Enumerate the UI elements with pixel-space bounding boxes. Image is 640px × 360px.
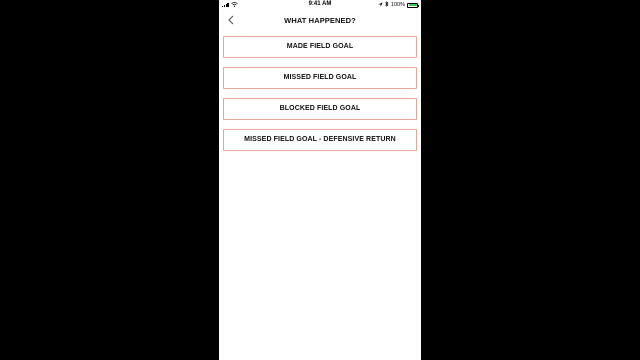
missed-field-goal-defensive-return-button[interactable]: MISSED FIELD GOAL - DEFENSIVE RETURN	[223, 129, 417, 151]
blocked-field-goal-button[interactable]: BLOCKED FIELD GOAL	[223, 98, 417, 120]
location-icon	[378, 2, 383, 9]
status-right: 100%	[378, 1, 419, 9]
phone-screen: 9:41 AM 100% WHAT HAPPENED? MADE FIELD G…	[219, 0, 421, 360]
made-field-goal-button[interactable]: MADE FIELD GOAL	[223, 36, 417, 58]
bluetooth-icon	[385, 1, 389, 9]
nav-bar: WHAT HAPPENED?	[219, 12, 421, 28]
battery-icon	[407, 2, 419, 8]
battery-percent: 100%	[390, 2, 405, 8]
missed-field-goal-button[interactable]: MISSED FIELD GOAL	[223, 67, 417, 89]
page-title: WHAT HAPPENED?	[284, 16, 356, 25]
options-list: MADE FIELD GOAL MISSED FIELD GOAL BLOCKE…	[223, 36, 417, 160]
battery-fill	[408, 4, 417, 6]
status-bar: 9:41 AM 100%	[219, 0, 421, 10]
